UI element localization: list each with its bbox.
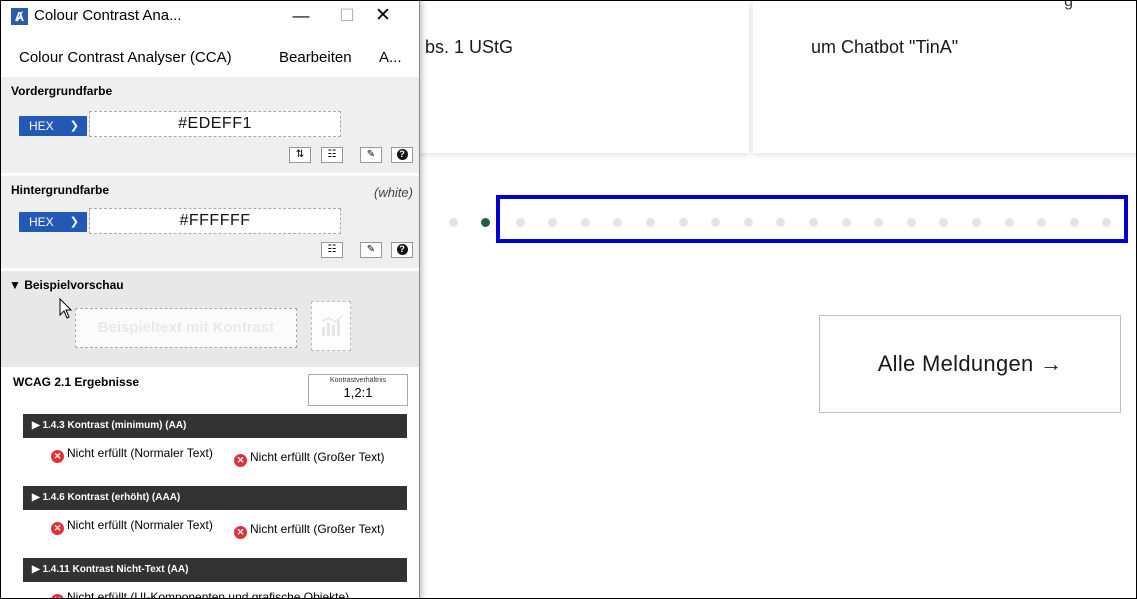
eyedropper-icon[interactable]: ✎	[360, 147, 382, 163]
preview-sample-text: Beispieltext mit Kontrast	[75, 308, 297, 348]
chevron-down-icon: ❯	[69, 120, 79, 132]
app-logo-icon: Ⱥ	[11, 8, 28, 25]
news-card-left[interactable]: bs. 1 UStG	[417, 1, 749, 153]
menu-edit[interactable]: Bearbeiten	[279, 49, 352, 66]
chevron-down-icon: ❯	[69, 216, 79, 228]
result-143-normal-text: Nicht erfüllt (Normaler Text)	[67, 446, 213, 460]
result-146-large-text: Nicht erfüllt (Großer Text)	[250, 522, 385, 536]
menu-bar: Colour Contrast Analyser (CCA) Bearbeite…	[1, 49, 419, 73]
menu-app[interactable]: Colour Contrast Analyser (CCA)	[19, 49, 232, 66]
fail-icon: ✕	[51, 594, 64, 598]
result-143-large-text: Nicht erfüllt (Großer Text)	[250, 450, 385, 464]
background-color-name: (white)	[373, 185, 413, 200]
result-1411-ui: ✕Nicht erfüllt (UI-Komponenten und grafi…	[51, 590, 411, 599]
result-146-normal-text: Nicht erfüllt (Normaler Text)	[67, 518, 213, 532]
fail-icon: ✕	[234, 526, 247, 539]
swap-icon[interactable]: ⇅	[289, 147, 311, 163]
foreground-format-select[interactable]: HEX ❯	[19, 116, 87, 136]
criterion-146-bar[interactable]: ▶ 1.4.6 Kontrast (erhöht) (AAA)	[23, 486, 407, 510]
screenshot-frame: bs. 1 UStG g um Chatbot "TinA" Alle Meld…	[0, 0, 1137, 599]
foreground-hex-input[interactable]: #EDEFF1	[89, 111, 341, 137]
fail-icon: ✕	[51, 522, 64, 535]
background-hex-input[interactable]: #FFFFFF	[89, 208, 341, 234]
background-section: Hintergrundfarbe (white) HEX ❯ #FFFFFF ☷…	[1, 176, 419, 268]
minimize-button[interactable]: —	[281, 5, 321, 27]
highlight-box	[496, 195, 1128, 243]
background-label: Hintergrundfarbe	[11, 183, 110, 197]
foreground-format-value: HEX	[29, 119, 54, 133]
news-card-right-top-text: g	[1064, 0, 1073, 10]
result-146-large: ✕ Nicht erfüllt (Großer Text)	[234, 522, 414, 539]
fail-icon: ✕	[51, 450, 64, 463]
preview-toggle[interactable]: ▼ Beispielvorschau	[9, 278, 124, 292]
results-title: WCAG 2.1 Ergebnisse	[13, 375, 140, 389]
carousel-dot[interactable]	[449, 218, 458, 227]
contrast-ratio-box: Kontrastverhältnis 1,2:1	[308, 374, 408, 406]
mouse-cursor-icon	[59, 298, 73, 319]
foreground-label: Vordergrundfarbe	[11, 84, 113, 98]
news-card-right-text: um Chatbot "TinA"	[811, 37, 959, 57]
result-1411-ui-text: Nicht erfüllt (UI-Komponenten und grafis…	[67, 590, 350, 599]
fail-icon: ✕	[234, 454, 247, 467]
contrast-ratio-label: Kontrastverhältnis	[329, 377, 387, 384]
sliders-icon[interactable]: ☷	[321, 242, 343, 258]
preview-chart-icon	[311, 301, 351, 351]
result-143-large: ✕ Nicht erfüllt (Großer Text)	[234, 450, 414, 467]
foreground-section: Vordergrundfarbe HEX ❯ #EDEFF1 ⇅ ☷ ✎ ?	[1, 77, 419, 173]
criterion-1411-bar[interactable]: ▶ 1.4.11 Kontrast Nicht-Text (AA)	[23, 558, 407, 582]
background-format-select[interactable]: HEX ❯	[19, 212, 87, 232]
window-title: Colour Contrast Ana...	[34, 7, 182, 24]
background-format-value: HEX	[29, 215, 54, 229]
all-news-button[interactable]: Alle Meldungen →	[819, 315, 1121, 413]
help-icon[interactable]: ?	[391, 242, 413, 258]
contrast-ratio-value: 1,2:1	[343, 385, 373, 400]
cca-window: Ⱥ Colour Contrast Ana... — ☐ ✕ Colour Co…	[1, 1, 420, 599]
maximize-button[interactable]: ☐	[327, 5, 367, 27]
sliders-icon[interactable]: ☷	[321, 147, 343, 163]
help-icon[interactable]: ?	[391, 147, 413, 163]
result-146-normal: ✕ Nicht erfüllt (Normaler Text)	[51, 518, 221, 535]
eyedropper-icon[interactable]: ✎	[360, 242, 382, 258]
result-143-normal: ✕ Nicht erfüllt (Normaler Text)	[51, 446, 221, 463]
title-bar: Ⱥ Colour Contrast Ana... — ☐ ✕	[1, 1, 419, 31]
news-card-right[interactable]: g um Chatbot "TinA"	[753, 0, 1136, 153]
close-button[interactable]: ✕	[363, 5, 403, 27]
menu-more[interactable]: A...	[379, 49, 402, 66]
carousel-dot-active[interactable]	[481, 218, 490, 227]
criterion-143-bar[interactable]: ▶ 1.4.3 Kontrast (minimum) (AA)	[23, 414, 407, 438]
news-card-left-text: bs. 1 UStG	[425, 37, 514, 57]
